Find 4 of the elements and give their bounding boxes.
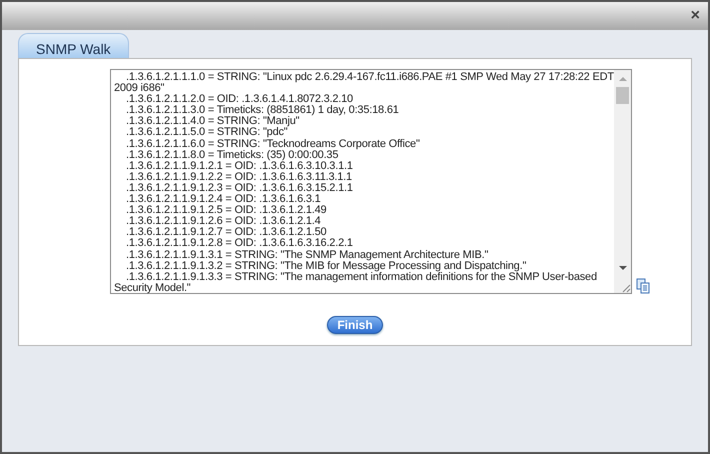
close-button[interactable]: ×: [688, 8, 702, 24]
tab[interactable]: SNMP Walk: [18, 33, 129, 58]
copy-icon[interactable]: [636, 278, 650, 294]
finish-button[interactable]: Finish: [327, 316, 383, 334]
